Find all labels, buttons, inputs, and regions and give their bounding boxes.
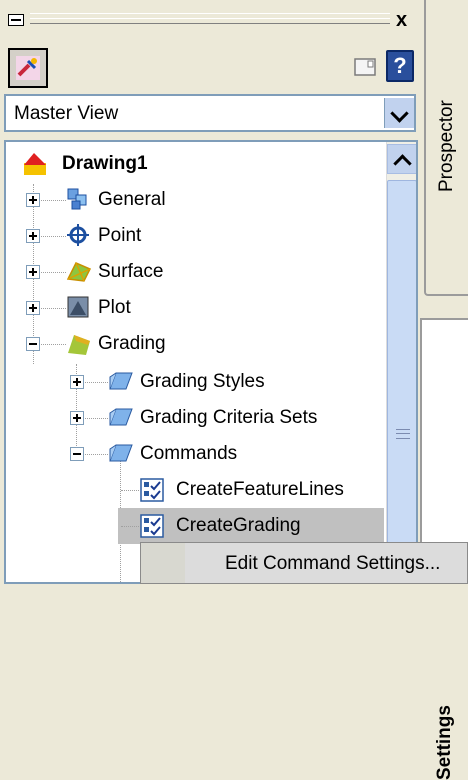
surface-icon bbox=[66, 259, 92, 283]
tree-item-commands[interactable]: Commands bbox=[6, 436, 384, 472]
tree-item-label: Grading bbox=[98, 333, 166, 354]
expand-icon[interactable] bbox=[26, 193, 40, 207]
general-icon bbox=[66, 187, 90, 211]
tree-item-grading-criteria-sets[interactable]: Grading Criteria Sets bbox=[6, 400, 384, 436]
scroll-thumb[interactable] bbox=[387, 180, 416, 582]
tree-connector bbox=[121, 526, 139, 527]
tree-item-label: Grading Criteria Sets bbox=[140, 407, 318, 428]
expand-icon[interactable] bbox=[70, 411, 84, 425]
tab-prospector-label: Prospector bbox=[436, 100, 457, 192]
tree-root-label: Drawing1 bbox=[62, 153, 148, 174]
tree-item-label: Plot bbox=[98, 297, 131, 318]
tree-item-label: Point bbox=[98, 225, 142, 246]
point-icon bbox=[66, 223, 90, 247]
tree-item-surface[interactable]: Surface bbox=[6, 254, 384, 290]
tree-item-general[interactable]: General bbox=[6, 182, 384, 218]
toolspace-settings-button[interactable] bbox=[8, 48, 48, 88]
collapse-icon[interactable] bbox=[70, 447, 84, 461]
tree-item-label: Grading Styles bbox=[140, 371, 265, 392]
context-menu-gutter bbox=[141, 543, 185, 583]
tree-item-creategrading[interactable]: CreateGrading bbox=[118, 508, 384, 544]
tree-item-label: Surface bbox=[98, 261, 164, 282]
view-select[interactable]: Master View bbox=[4, 94, 416, 132]
tree-item-point[interactable]: Point bbox=[6, 218, 384, 254]
scroll-up-icon[interactable] bbox=[387, 144, 416, 174]
tree-item-createfeaturelines[interactable]: CreateFeatureLines bbox=[6, 472, 384, 508]
tree-item-label: CreateGrading bbox=[176, 515, 301, 536]
collapse-icon[interactable] bbox=[8, 14, 24, 26]
drawing-icon bbox=[22, 151, 46, 175]
context-menu: Edit Command Settings... bbox=[140, 542, 468, 584]
tree-connector bbox=[121, 490, 139, 491]
close-icon[interactable]: x bbox=[396, 10, 407, 30]
folder-icon bbox=[108, 405, 133, 429]
view-select-value: Master View bbox=[14, 103, 119, 124]
tree-item-grading-styles[interactable]: Grading Styles bbox=[6, 364, 384, 400]
expand-icon[interactable] bbox=[26, 229, 40, 243]
expand-icon[interactable] bbox=[26, 301, 40, 315]
panel-titlebar: x bbox=[0, 0, 420, 30]
expand-icon[interactable] bbox=[70, 375, 84, 389]
tree-item-label: General bbox=[98, 189, 166, 210]
drag-grip-lower bbox=[30, 18, 390, 24]
settings-tree: Drawing1 General Point Surface Plot Grad… bbox=[4, 140, 418, 584]
folder-icon bbox=[108, 369, 133, 393]
command-settings-icon bbox=[140, 514, 164, 538]
tree-item-label: CreateFeatureLines bbox=[176, 479, 344, 500]
tree-root-drawing1[interactable]: Drawing1 bbox=[6, 146, 384, 182]
tree-item-grading[interactable]: Grading bbox=[6, 326, 384, 362]
grading-icon bbox=[66, 331, 90, 355]
command-settings-icon bbox=[140, 478, 164, 502]
help-icon[interactable]: ? bbox=[386, 50, 414, 82]
folder-icon bbox=[108, 441, 133, 465]
chevron-down-icon[interactable] bbox=[384, 98, 414, 128]
grip-icon bbox=[396, 429, 410, 439]
vertical-scrollbar[interactable] bbox=[386, 142, 416, 582]
tree-item-plot[interactable]: Plot bbox=[6, 290, 384, 326]
plot-icon bbox=[66, 295, 90, 319]
wand-icon bbox=[16, 56, 40, 80]
expand-icon[interactable] bbox=[26, 265, 40, 279]
tab-prospector[interactable]: Prospector bbox=[424, 0, 468, 296]
tree-item-label: Commands bbox=[140, 443, 238, 464]
save-icon[interactable] bbox=[354, 56, 376, 78]
menu-item-label: Edit Command Settings... bbox=[225, 553, 441, 574]
tab-settings-label: Settings bbox=[434, 705, 455, 780]
collapse-icon[interactable] bbox=[26, 337, 40, 351]
